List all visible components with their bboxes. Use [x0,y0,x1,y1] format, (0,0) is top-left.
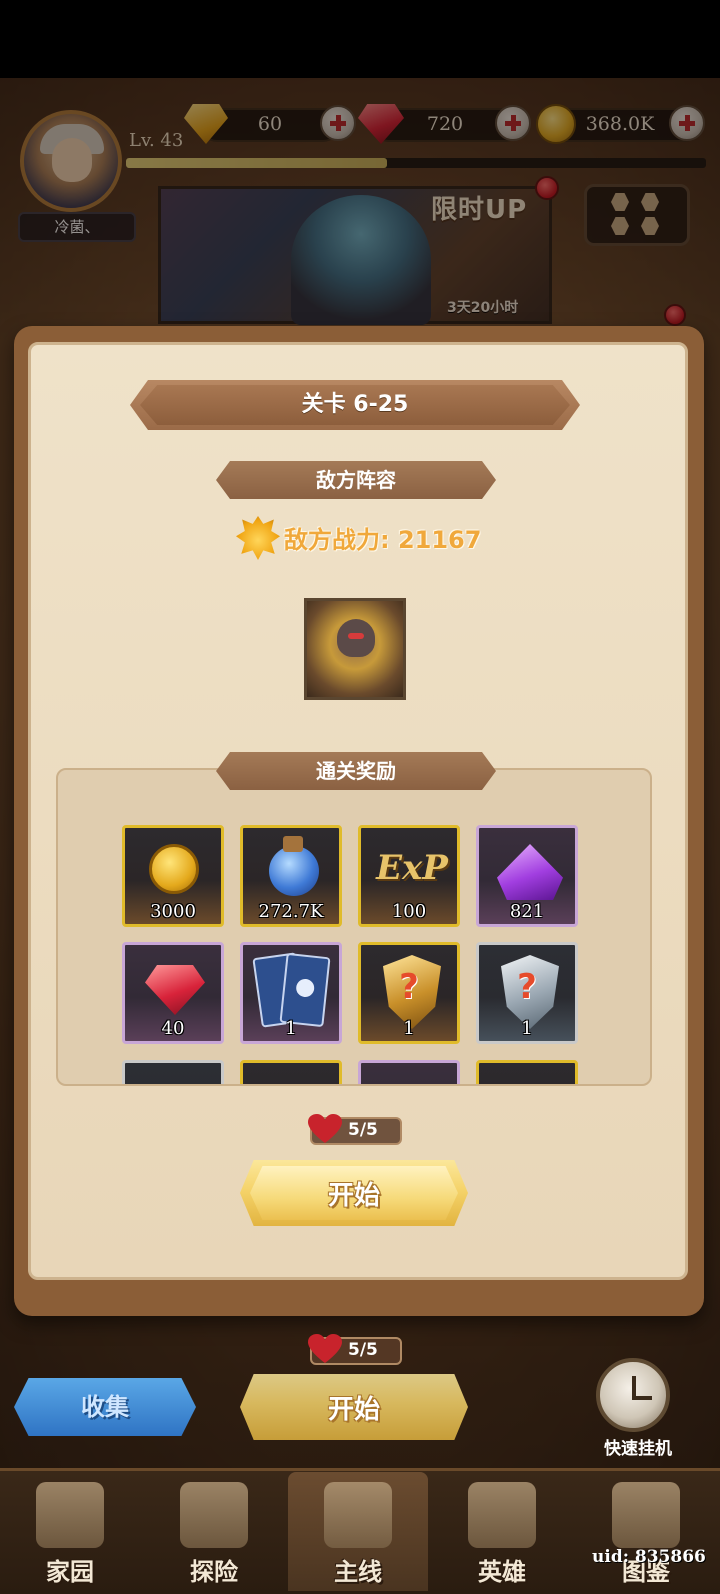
reward-amount: 40 [161,1018,185,1039]
reward-item-partial[interactable] [476,1060,578,1084]
tent-icon [180,1482,248,1548]
nav-label: 探险 [190,1558,238,1586]
reward-item-partial[interactable] [358,1060,460,1084]
reward-item-ruby[interactable]: 40 [122,942,224,1044]
potion-icon [269,846,319,896]
reward-amount: 100 [391,901,427,922]
reward-amount: 1 [521,1018,533,1039]
enemy-portrait[interactable] [304,598,406,700]
reward-panel[interactable]: 3000 272.7K ExP 100 821 40 1 ? 1 ? 1 [56,768,652,1086]
collect-button-label: 收集 [81,1393,129,1421]
exp-icon: ExP [376,848,448,888]
enemy-eyes [348,633,364,639]
reward-item-gold[interactable]: 3000 [122,825,224,927]
reward-amount: 1 [403,1018,415,1039]
reward-item-potion[interactable]: 272.7K [240,825,342,927]
nav-codex[interactable]: 图鉴 [576,1472,716,1591]
reward-item-mystery-silver[interactable]: ? 1 [476,942,578,1044]
card-icon [279,952,331,1028]
reward-item-partial[interactable] [240,1060,342,1084]
hero-icon [468,1482,536,1548]
stamina-value: 5/5 [348,1120,378,1140]
enemy-section-title: 敌方阵容 [216,461,496,499]
castle-icon [36,1482,104,1548]
reward-amount: 821 [509,901,545,922]
reward-amount: 1 [285,1018,297,1039]
start-button-label: 开始 [327,1181,380,1211]
quick-idle-label: 快速挂机 [604,1439,672,1459]
reward-item-exp[interactable]: ExP 100 [358,825,460,927]
nav-label: 家园 [46,1558,94,1586]
potion-cork [283,836,303,852]
gold-coin-icon [149,844,199,894]
main-start-button-label: 开始 [327,1395,380,1425]
purple-crystal-icon [497,844,563,900]
nav-explore[interactable]: 探险 [144,1472,284,1591]
reward-amount: 3000 [150,901,196,922]
stamina-value: 5/5 [348,1340,378,1360]
flower-icon [295,978,316,998]
reward-amount: 272.7K [258,901,324,922]
crossed-swords-icon [324,1482,392,1548]
user-id: uid: 835866 [592,1547,706,1567]
reward-section-title: 通关奖励 [216,752,496,790]
question-mark-icon: ? [517,967,537,1007]
stage-title: 关卡 6-25 [301,392,409,417]
clock-icon[interactable] [596,1358,670,1432]
nav-home[interactable]: 家园 [0,1472,140,1591]
book-icon [612,1482,680,1548]
clock-hand [632,1396,652,1400]
enemy-power: 敌方战力: 21167 [284,526,482,554]
nav-heroes[interactable]: 英雄 [432,1472,572,1591]
reward-item-mystery-gold[interactable]: ? 1 [358,942,460,1044]
reward-item-partial[interactable] [122,1060,224,1084]
nav-label: 英雄 [478,1558,526,1586]
nav-main-story[interactable]: 主线 [288,1472,428,1591]
ruby-icon [145,965,205,1015]
nav-label: 主线 [334,1558,382,1586]
reward-item-crystal[interactable]: 821 [476,825,578,927]
question-mark-icon: ? [399,967,419,1007]
reward-item-card[interactable]: 1 [240,942,342,1044]
